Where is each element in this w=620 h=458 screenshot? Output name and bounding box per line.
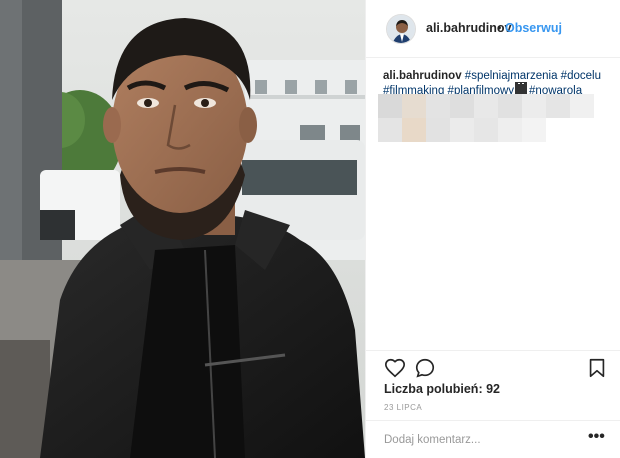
bookmark-icon[interactable] [586, 357, 608, 379]
caption-username-link[interactable]: ali.bahrudinov [383, 70, 462, 82]
comment-row: ••• [366, 420, 620, 458]
comment-input[interactable] [384, 431, 574, 449]
post-side-panel: ali.bahrudinov • Obserwuj ali.bahrudinov… [365, 0, 620, 458]
blurred-text-region [378, 94, 598, 142]
post-header: ali.bahrudinov • Obserwuj [366, 0, 620, 58]
separator-dot: • [497, 21, 502, 35]
avatar[interactable] [386, 14, 416, 44]
speech-bubble-icon[interactable] [414, 357, 436, 379]
more-options-icon[interactable]: ••• [588, 428, 605, 446]
follow-button[interactable]: Obserwuj [505, 21, 562, 35]
likes-count[interactable]: Liczba polubień: 92 [384, 382, 500, 396]
heart-outline-icon[interactable] [384, 357, 406, 379]
avatar-image [387, 15, 415, 43]
caption-hashtags-line1[interactable]: #spelniajmarzenia #docelu [465, 70, 601, 82]
selfie-image [0, 0, 365, 458]
post-actions-bar [366, 350, 620, 382]
post-photo[interactable] [0, 0, 365, 458]
post-date: 23 LIPCA [384, 403, 423, 412]
